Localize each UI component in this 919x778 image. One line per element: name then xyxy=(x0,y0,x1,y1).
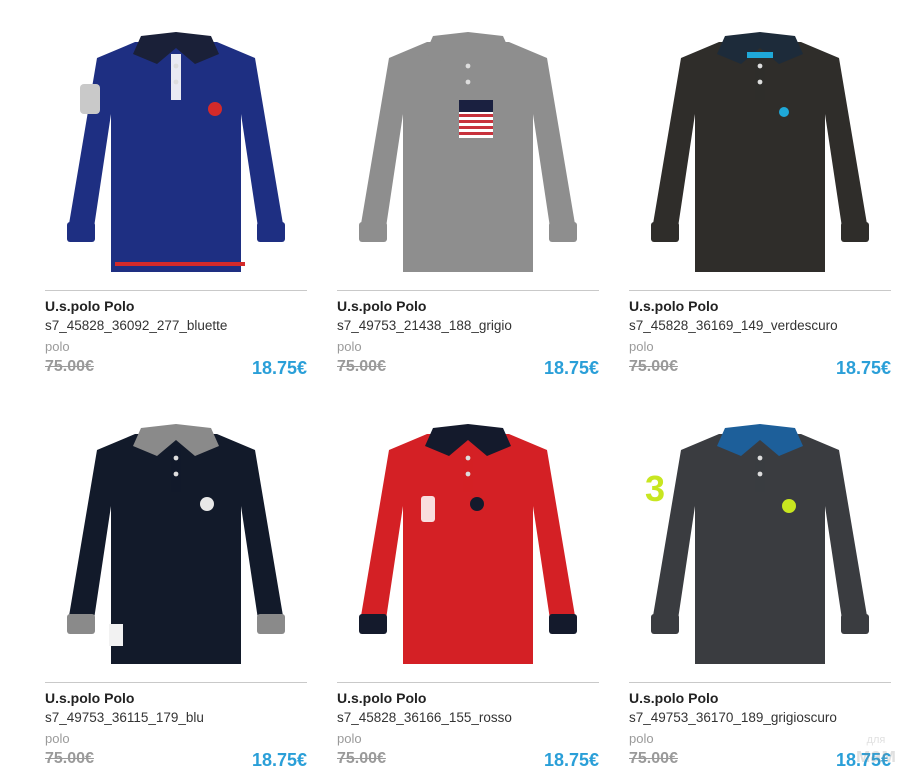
original-price: 75.00€ xyxy=(337,750,386,767)
product-image[interactable] xyxy=(337,14,599,276)
product-brand[interactable]: U.s.polo Polo xyxy=(45,690,134,706)
divider xyxy=(45,682,307,683)
original-price: 75.00€ xyxy=(45,750,94,767)
product-card[interactable]: 3 U.s.polo Polo s7_49753_36170_189_grigio… xyxy=(629,406,891,778)
divider xyxy=(337,682,599,683)
original-price: 75.00€ xyxy=(45,358,94,375)
product-card[interactable]: U.s.polo Polo s7_45828_36169_149_verdescu… xyxy=(629,14,891,386)
sale-price: 18.75€ xyxy=(543,750,599,770)
product-brand[interactable]: U.s.polo Polo xyxy=(337,690,426,706)
product-code[interactable]: s7_45828_36166_155_rosso xyxy=(337,710,512,725)
product-code[interactable]: s7_49753_36170_189_grigioscuro xyxy=(629,710,837,725)
product-category: polo xyxy=(45,339,70,354)
product-card[interactable]: U.s.polo Polo s7_45828_36092_277_bluettep… xyxy=(45,14,307,386)
divider xyxy=(337,290,599,291)
sale-price: 18.75€ xyxy=(251,750,307,770)
product-image[interactable] xyxy=(45,14,307,276)
divider xyxy=(629,682,891,683)
sale-price: 18.75€ xyxy=(543,358,599,378)
product-brand[interactable]: U.s.polo Polo xyxy=(337,298,426,314)
product-image[interactable]: 3 xyxy=(629,406,891,668)
product-category: polo xyxy=(45,731,70,746)
product-card[interactable]: U.s.polo Polo s7_49753_36115_179_blupolo 7… xyxy=(45,406,307,778)
product-image[interactable] xyxy=(629,14,891,276)
product-card[interactable]: U.s.polo Polo s7_49753_21438_188_grigiopo… xyxy=(337,14,599,386)
product-brand[interactable]: U.s.polo Polo xyxy=(629,298,718,314)
product-category: polo xyxy=(629,339,654,354)
sale-price: 18.75€ xyxy=(251,358,307,378)
product-brand[interactable]: U.s.polo Polo xyxy=(45,298,134,314)
product-image[interactable] xyxy=(337,406,599,668)
product-category: polo xyxy=(337,731,362,746)
product-category: polo xyxy=(337,339,362,354)
product-image[interactable] xyxy=(45,406,307,668)
svg-text:мам: мам xyxy=(856,745,896,766)
product-brand[interactable]: U.s.polo Polo xyxy=(629,690,718,706)
product-code[interactable]: s7_45828_36092_277_bluette xyxy=(45,318,227,333)
product-category: polo xyxy=(629,731,654,746)
product-code[interactable]: s7_45828_36169_149_verdescuro xyxy=(629,318,838,333)
product-code[interactable]: s7_49753_36115_179_blu xyxy=(45,710,204,725)
sale-price: 18.75€ xyxy=(835,358,891,378)
watermark-logo: для мам xyxy=(856,734,896,766)
divider xyxy=(629,290,891,291)
product-grid: U.s.polo Polo s7_45828_36092_277_bluettep… xyxy=(0,0,919,774)
original-price: 75.00€ xyxy=(629,750,678,767)
original-price: 75.00€ xyxy=(337,358,386,375)
product-code[interactable]: s7_49753_21438_188_grigio xyxy=(337,318,512,333)
product-card[interactable]: U.s.polo Polo s7_45828_36166_155_rossopol… xyxy=(337,406,599,778)
original-price: 75.00€ xyxy=(629,358,678,375)
svg-text:3: 3 xyxy=(645,468,665,509)
divider xyxy=(45,290,307,291)
